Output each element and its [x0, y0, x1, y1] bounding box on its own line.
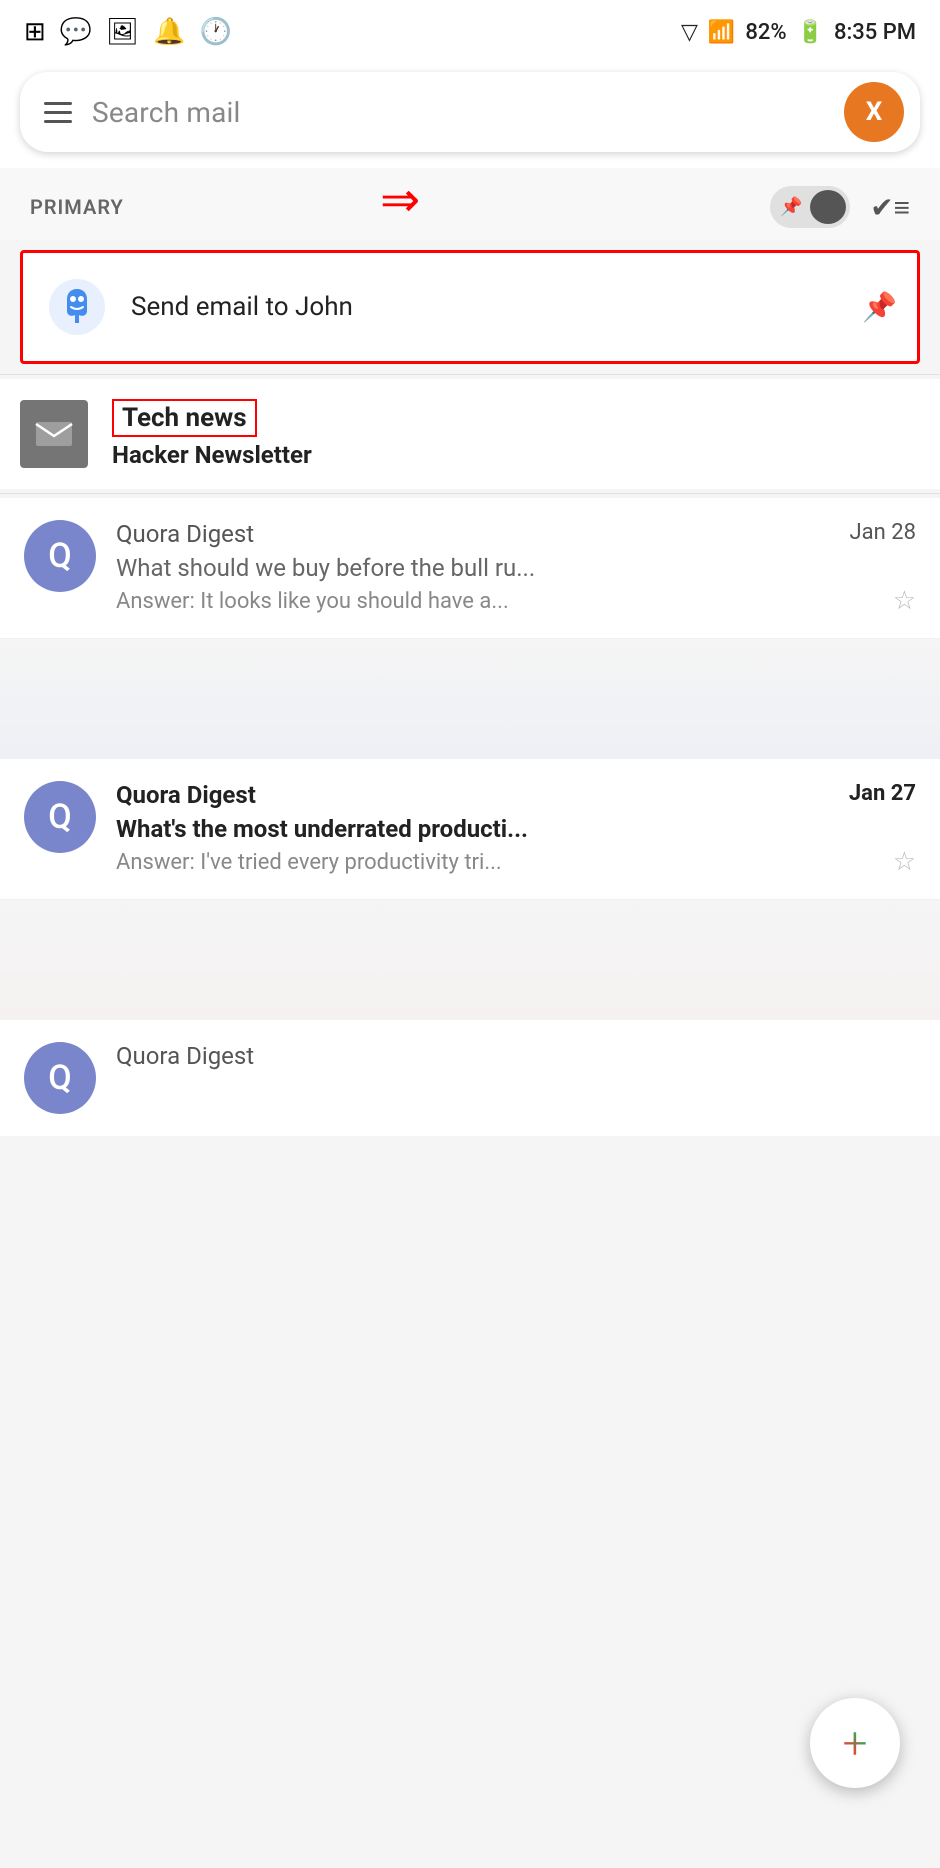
mail-sender: Quora Digest	[116, 520, 254, 548]
tech-news-subtitle: Hacker Newsletter	[112, 441, 312, 469]
grid-icon: ⊞	[24, 17, 46, 47]
toggle-thumb	[810, 190, 846, 224]
battery-percent: 82%	[745, 20, 786, 45]
avatar: Q	[24, 520, 96, 592]
red-arrow-annotation: ⇒	[380, 176, 420, 224]
mail-header: Quora Digest	[116, 1042, 916, 1070]
bell-icon: 🔔	[153, 17, 185, 47]
send-email-item[interactable]: Send email to John 📌	[20, 250, 920, 364]
filter-icon[interactable]: ✔≡	[870, 191, 910, 224]
mail-preview-row: Answer: It looks like you should have a.…	[116, 586, 916, 616]
mail-header: Quora Digest Jan 27	[116, 781, 916, 809]
mail-subject: What should we buy before the bull ru...	[116, 554, 916, 582]
mail-sender: Quora Digest	[116, 1042, 254, 1070]
user-avatar-button[interactable]: X	[844, 82, 904, 142]
gradient-divider	[0, 639, 940, 759]
time-display: 8:35 PM	[834, 20, 916, 45]
compose-fab[interactable]: +	[810, 1698, 900, 1788]
avatar: Q	[24, 1042, 96, 1114]
mail-date: Jan 28	[850, 520, 916, 545]
primary-section-header: PRIMARY ⇒ 📌 ✔≡	[0, 168, 940, 240]
star-icon[interactable]: ☆	[893, 847, 916, 877]
search-bar[interactable]: Search mail X	[20, 72, 920, 152]
tech-news-item[interactable]: Tech news Hacker Newsletter	[0, 379, 940, 489]
mail-sender: Quora Digest	[116, 781, 256, 809]
mail-preview-row: Answer: I've tried every productivity tr…	[116, 847, 916, 877]
signal-icon: 📶	[708, 20, 735, 45]
mail-item-partial[interactable]: Q Quora Digest	[0, 1020, 940, 1136]
star-icon[interactable]: ☆	[893, 586, 916, 616]
pin-toggle[interactable]: 📌	[770, 186, 850, 228]
chat-icon: 💬	[60, 17, 92, 47]
mail-content: Quora Digest Jan 28 What should we buy b…	[116, 520, 916, 616]
status-bar: ⊞ 💬 🖼 🔔 🕐 ▽ 📶 82% 🔋 8:35 PM	[0, 0, 940, 60]
envelope-avatar	[20, 400, 88, 468]
pinned-icon: 📌	[862, 291, 897, 324]
pin-icon-small: 📌	[780, 197, 802, 218]
mail-date: Jan 27	[849, 781, 916, 806]
mail-subject: What's the most underrated producti...	[116, 815, 916, 843]
mail-content: Quora Digest	[116, 1042, 916, 1076]
avatar: Q	[24, 781, 96, 853]
mail-item[interactable]: Q Quora Digest Jan 28 What should we buy…	[0, 498, 940, 639]
search-input[interactable]: Search mail	[92, 96, 844, 129]
status-bar-right-info: ▽ 📶 82% 🔋 8:35 PM	[681, 20, 916, 45]
image-icon: 🖼	[106, 17, 139, 47]
status-bar-left-icons: ⊞ 💬 🖼 🔔 🕐	[24, 17, 232, 47]
mail-header: Quora Digest Jan 28	[116, 520, 916, 548]
divider-1	[0, 374, 940, 375]
mail-content: Quora Digest Jan 27 What's the most unde…	[116, 781, 916, 877]
search-bar-container: Search mail X	[0, 60, 940, 168]
red-arrow-icon: ⇒	[380, 171, 420, 228]
battery-icon: 🔋	[797, 20, 824, 45]
tech-news-content: Tech news Hacker Newsletter	[112, 399, 312, 469]
clock-icon: 🕐	[200, 17, 232, 47]
send-email-text: Send email to John	[131, 292, 353, 322]
wifi-icon: ▽	[681, 20, 698, 45]
mail-preview: Answer: It looks like you should have a.…	[116, 589, 883, 614]
tech-news-title-border: Tech news	[112, 399, 257, 437]
tech-news-title: Tech news	[122, 403, 247, 433]
divider-2	[0, 493, 940, 494]
fab-container: +	[810, 1698, 900, 1788]
mail-item[interactable]: Q Quora Digest Jan 27 What's the most un…	[0, 759, 940, 900]
compose-plus-icon: +	[843, 1721, 868, 1765]
mail-preview: Answer: I've tried every productivity tr…	[116, 850, 883, 875]
gradient-divider-2	[0, 900, 940, 1020]
ai-robot-icon	[43, 273, 111, 341]
menu-button[interactable]	[44, 102, 72, 123]
